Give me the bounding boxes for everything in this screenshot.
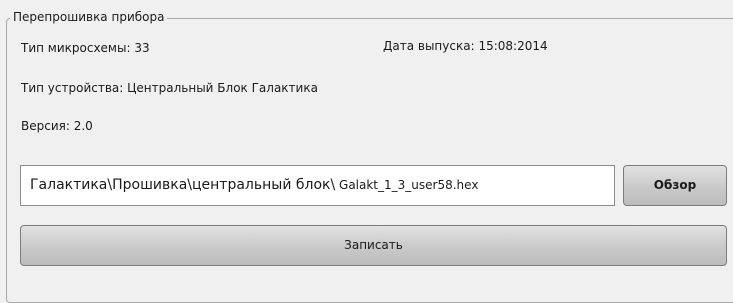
firmware-path-field[interactable]: Галактика\Прошивка\центральный блок\ Gal…: [20, 165, 615, 206]
release-date-label: Дата выпуска: 15:08:2014: [383, 39, 548, 53]
firmware-path-dir: Галактика\Прошивка\центральный блок\: [30, 177, 336, 193]
version-label: Версия: 2.0: [21, 119, 93, 133]
device-type-label: Тип устройства: Центральный Блок Галакти…: [21, 81, 318, 95]
firmware-path-file: Galakt_1_3_user58.hex: [335, 178, 479, 192]
write-button[interactable]: Записать: [20, 225, 727, 266]
groupbox-title: Перепрошивка прибора: [10, 9, 168, 25]
browse-button[interactable]: Обзор: [623, 165, 727, 206]
chip-type-label: Тип микросхемы: 33: [21, 41, 150, 55]
